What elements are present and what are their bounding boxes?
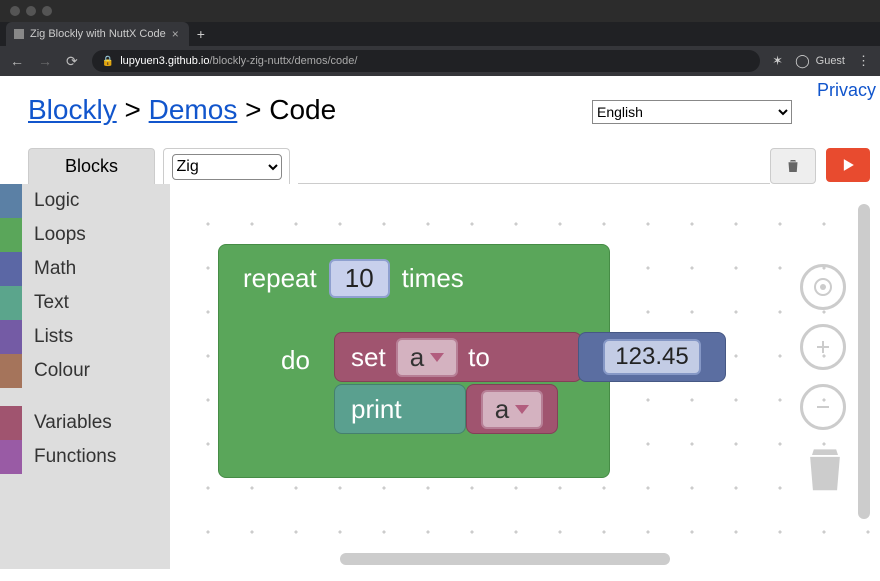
url-path: /blockly-zig-nuttx/demos/code/	[209, 55, 357, 67]
browser-tab[interactable]: Zig Blockly with NuttX Code ×	[6, 22, 189, 46]
privacy-link[interactable]: Privacy	[817, 80, 876, 101]
chevron-down-icon	[515, 405, 529, 414]
sidebar-item-colour[interactable]: Colour	[0, 354, 170, 388]
browser-toolbar: ← → ⟳ 🔒 lupyuen3.github.io/blockly-zig-n…	[0, 46, 880, 76]
reload-button[interactable]: ⟳	[66, 53, 78, 70]
breadcrumb-code: Code	[269, 94, 336, 125]
breadcrumb-demos[interactable]: Demos	[149, 94, 238, 125]
sidebar-item-text[interactable]: Text	[0, 286, 170, 320]
blockly-workspace[interactable]: repeat 10 times do set a to 123.45 print…	[170, 184, 870, 569]
var-dropdown[interactable]: a	[481, 390, 543, 429]
clear-button[interactable]	[770, 148, 816, 184]
sidebar-item-functions[interactable]: Functions	[0, 440, 170, 474]
sidebar-item-loops[interactable]: Loops	[0, 218, 170, 252]
workspace-controls	[800, 264, 846, 430]
center-button[interactable]	[800, 264, 846, 310]
toolbox-sidebar: Logic Loops Math Text Lists Colour Varia…	[0, 184, 170, 569]
horizontal-scrollbar[interactable]	[190, 553, 790, 565]
trash-icon	[784, 157, 802, 175]
set-var-dropdown[interactable]: a	[396, 338, 458, 377]
language-select[interactable]: English	[592, 100, 792, 124]
menu-icon[interactable]: ⋮	[857, 53, 870, 69]
sidebar-item-lists[interactable]: Lists	[0, 320, 170, 354]
codegen-select[interactable]: Zig	[172, 154, 282, 180]
favicon-icon	[14, 29, 24, 39]
zoom-out-button[interactable]	[800, 384, 846, 430]
block-print[interactable]: print	[334, 384, 466, 434]
tab-title: Zig Blockly with NuttX Code	[30, 28, 166, 40]
breadcrumb-sep: >	[245, 94, 269, 125]
zoom-in-button[interactable]	[800, 324, 846, 370]
set-to-label: to	[468, 342, 490, 373]
extensions-icon[interactable]: ✶	[772, 53, 783, 69]
repeat-times-label: times	[402, 263, 464, 294]
set-label: set	[351, 342, 386, 373]
minimize-window-icon[interactable]	[26, 6, 36, 16]
profile-label: Guest	[816, 55, 845, 67]
block-set-variable[interactable]: set a to	[334, 332, 582, 382]
print-label: print	[351, 394, 402, 424]
scrollbar-thumb[interactable]	[858, 204, 870, 519]
breadcrumb-blockly[interactable]: Blockly	[28, 94, 117, 125]
close-tab-icon[interactable]: ×	[172, 27, 179, 41]
breadcrumb-sep: >	[124, 94, 148, 125]
sidebar-item-logic[interactable]: Logic	[0, 184, 170, 218]
address-bar[interactable]: 🔒 lupyuen3.github.io/blockly-zig-nuttx/d…	[92, 50, 760, 72]
profile-icon[interactable]: ◯	[795, 53, 810, 69]
zoom-window-icon[interactable]	[42, 6, 52, 16]
close-window-icon[interactable]	[10, 6, 20, 16]
repeat-do-label: do	[281, 345, 310, 376]
lock-icon: 🔒	[102, 56, 114, 67]
forward-button[interactable]: →	[38, 53, 52, 69]
chevron-down-icon	[430, 353, 444, 362]
language-dropdown[interactable]: English	[592, 100, 792, 124]
run-button[interactable]	[826, 148, 870, 182]
repeat-count-input[interactable]: 10	[329, 259, 390, 298]
app-toolbar: Blocks Zig	[0, 148, 880, 184]
play-icon	[838, 155, 858, 175]
page-content: Privacy Blockly > Demos > Code English B…	[0, 76, 880, 581]
tab-code[interactable]: Zig	[163, 148, 290, 184]
breadcrumb: Blockly > Demos > Code	[28, 94, 336, 126]
url-host: lupyuen3.github.io	[120, 55, 209, 67]
vertical-scrollbar[interactable]	[858, 194, 870, 539]
sidebar-item-math[interactable]: Math	[0, 252, 170, 286]
trashcan-icon	[802, 442, 848, 494]
macos-titlebar	[0, 0, 880, 22]
new-tab-button[interactable]: +	[197, 26, 205, 42]
sidebar-item-variables[interactable]: Variables	[0, 406, 170, 440]
workspace-trashcan[interactable]	[802, 442, 848, 499]
repeat-label: repeat	[243, 263, 317, 294]
block-variable-get[interactable]: a	[466, 384, 558, 434]
browser-window: Zig Blockly with NuttX Code × + ← → ⟳ 🔒 …	[0, 0, 880, 581]
block-number[interactable]: 123.45	[578, 332, 726, 382]
number-input[interactable]: 123.45	[603, 339, 700, 375]
back-button[interactable]: ←	[10, 53, 24, 69]
scrollbar-thumb[interactable]	[340, 553, 670, 565]
browser-tabstrip: Zig Blockly with NuttX Code × +	[0, 22, 880, 46]
tab-blocks[interactable]: Blocks	[28, 148, 155, 184]
